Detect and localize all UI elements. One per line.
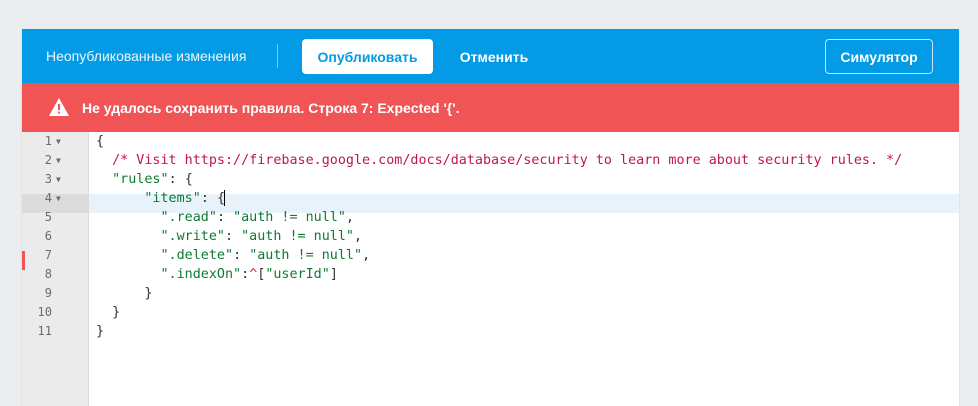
line-number: 4 [44, 191, 52, 205]
line-number: 3 [44, 172, 52, 186]
code-line[interactable]: 5 ".read": "auth != null", [22, 208, 959, 227]
toolbar-divider [277, 44, 278, 68]
line-number: 1 [44, 134, 52, 148]
code-text: ".delete": "auth != null", [160, 248, 371, 263]
line-number: 7 [44, 248, 52, 262]
code-line[interactable]: 11} [22, 322, 959, 341]
code-line[interactable]: 10 } [22, 303, 959, 322]
line-number: 10 [37, 305, 52, 319]
toolbar: Неопубликованные изменения Опубликовать … [22, 29, 959, 83]
code-text: } [96, 324, 105, 339]
code-text: ".write": "auth != null", [160, 229, 363, 244]
line-number: 5 [44, 210, 52, 224]
code-line[interactable]: 7 ".delete": "auth != null", [22, 246, 959, 265]
code-text: ".indexOn":^["userId"] [160, 267, 338, 282]
code-text: { [96, 134, 105, 149]
fold-toggle-icon[interactable]: ▼ [56, 189, 61, 208]
rules-editor[interactable]: 1 ▼ {2 ▼ /* Visit https://firebase.google.c… [22, 132, 959, 406]
code-line[interactable]: 4 ▼ "items": { [22, 189, 959, 208]
error-banner: Не удалось сохранить правила. Строка 7: … [22, 83, 959, 132]
rules-panel: Неопубликованные изменения Опубликовать … [22, 29, 959, 406]
code-line[interactable]: 6 ".write": "auth != null", [22, 227, 959, 246]
publish-button[interactable]: Опубликовать [302, 39, 433, 74]
cancel-button[interactable]: Отменить [446, 39, 542, 74]
simulator-button[interactable]: Симулятор [825, 39, 933, 74]
code-line[interactable]: 2 ▼ /* Visit https://firebase.google.com/… [22, 151, 959, 170]
code-line[interactable]: 3 ▼ "rules": { [22, 170, 959, 189]
line-number: 8 [44, 267, 52, 281]
code-line[interactable]: 1 ▼ { [22, 132, 959, 151]
code-text: /* Visit https://firebase.google.com/doc… [112, 153, 903, 168]
fold-toggle-icon[interactable]: ▼ [56, 132, 61, 151]
code-line[interactable]: 9 } [22, 284, 959, 303]
unpublished-changes-label: Неопубликованные изменения [46, 48, 247, 64]
error-message: Не удалось сохранить правила. Строка 7: … [82, 100, 460, 116]
code-text: } [144, 286, 153, 301]
code-text: } [112, 305, 121, 320]
warning-icon [49, 98, 69, 116]
fold-toggle-icon[interactable]: ▼ [56, 151, 61, 170]
text-cursor [224, 190, 225, 206]
code-text: "rules": { [112, 172, 193, 187]
code-line[interactable]: 8 ".indexOn":^["userId"] [22, 265, 959, 284]
line-number: 11 [37, 324, 52, 338]
line-number: 6 [44, 229, 52, 243]
fold-toggle-icon[interactable]: ▼ [56, 170, 61, 189]
code-text: "items": { [144, 190, 225, 206]
code-text: ".read": "auth != null", [160, 210, 355, 225]
line-number: 9 [44, 286, 52, 300]
line-number: 2 [44, 153, 52, 167]
